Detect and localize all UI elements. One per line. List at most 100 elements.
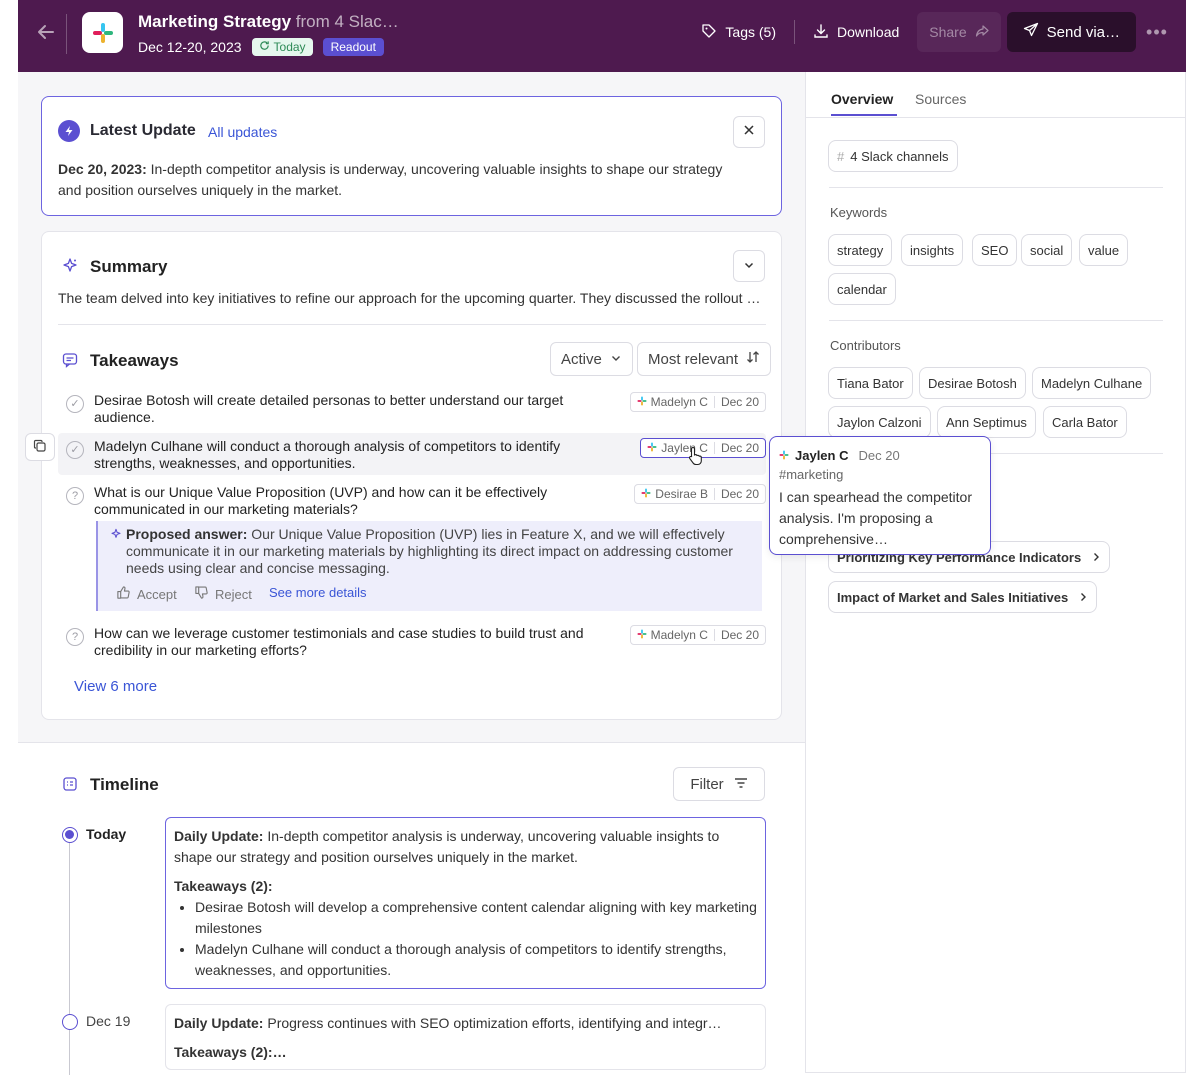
chevron-down-icon (610, 351, 622, 368)
today-badge-label: Today (273, 40, 306, 54)
contributor-chip[interactable]: Desirae Botosh (919, 367, 1026, 399)
sparkle-icon (110, 527, 122, 543)
status-filter-value: Active (561, 350, 602, 368)
source-badge[interactable]: Desirae B Dec 20 (634, 484, 766, 504)
contributor-chip[interactable]: Jaylon Calzoni (828, 406, 931, 438)
thumbs-up-icon (116, 585, 131, 603)
copy-button[interactable] (25, 433, 55, 461)
filter-button[interactable]: Filter (673, 767, 765, 801)
accept-label: Accept (137, 586, 177, 602)
right-panel: Overview Sources # 4 Slack channels Keyw… (805, 72, 1186, 1073)
question-circle-icon: ? (66, 628, 84, 646)
question-circle-icon: ? (66, 487, 84, 505)
timeline-dot (62, 1014, 78, 1030)
keyword-chip[interactable]: value (1079, 234, 1129, 266)
takeaways-count: Takeaways (2):… (174, 1044, 287, 1060)
thumbs-down-icon (194, 585, 209, 603)
topic-chip[interactable]: Impact of Market and Sales Initiatives (828, 581, 1098, 613)
keyword-chip[interactable]: insights (901, 234, 964, 266)
send-via-button[interactable]: Send via… (1006, 12, 1136, 52)
download-button[interactable]: Download (801, 12, 911, 52)
share-button[interactable]: Share (917, 12, 1001, 52)
proposed-label: Proposed answer: (126, 526, 248, 542)
contributor-chip[interactable]: Madelyn Culhane (1032, 367, 1152, 399)
source-badge[interactable]: Madelyn C Dec 20 (629, 625, 766, 645)
source-author: Madelyn C (650, 627, 708, 642)
source-badge[interactable]: Madelyn C Dec 20 (629, 392, 766, 412)
timeline-entry[interactable]: Daily Update: In-depth competitor analys… (165, 817, 766, 989)
source-author: Desirae B (655, 486, 708, 501)
slack-icon (647, 440, 657, 457)
title-suffix: from 4 Slac… (295, 12, 399, 31)
chevron-right-icon (1078, 590, 1088, 605)
keyword-chip[interactable]: calendar (828, 273, 896, 305)
takeaways-count: Takeaways (2): (174, 878, 273, 894)
keyword-chip[interactable]: social (1021, 234, 1073, 266)
takeaway-item[interactable]: ✓ Desirae Botosh will create detailed pe… (58, 392, 766, 426)
header-actions: Tags (5) Download Share Send via… ••• (689, 12, 1172, 52)
slack-icon (637, 394, 647, 411)
contributor-chip[interactable]: Tiana Bator (828, 367, 913, 399)
timeline-date-label: Today (86, 826, 127, 842)
source-message-tooltip: Jaylen C Dec 20 #marketing I can spearhe… (769, 436, 991, 555)
latest-update-card: Latest Update All updates Dec 20, 2023: … (41, 96, 782, 216)
contributor-chip[interactable]: Carla Bator (1043, 406, 1127, 438)
readout-badge: Readout (322, 38, 384, 56)
check-circle-icon[interactable]: ✓ (66, 441, 84, 459)
tags-label: Tags (5) (725, 24, 776, 40)
sort-select[interactable]: Most relevant (637, 342, 772, 376)
list-item: Desirae Botosh will develop a comprehens… (195, 897, 757, 939)
question-item[interactable]: ? How can we leverage customer testimoni… (58, 625, 766, 659)
tab-overview[interactable]: Overview (831, 91, 893, 107)
tags-button[interactable]: Tags (5) (689, 12, 788, 52)
sort-value: Most relevant (648, 350, 739, 368)
chevron-right-icon (1091, 550, 1101, 565)
filter-icon (734, 776, 748, 793)
tooltip-date: Dec 20 (858, 448, 900, 463)
close-button[interactable] (733, 116, 765, 148)
channels-chip[interactable]: # 4 Slack channels (828, 140, 958, 172)
source-author: Madelyn C (650, 394, 708, 409)
timeline-entry[interactable]: Daily Update: Progress continues with SE… (165, 1004, 766, 1070)
section-divider (58, 324, 766, 325)
question-item[interactable]: ? What is our Unique Value Proposition (… (58, 484, 766, 518)
takeaway-item[interactable]: ✓ Madelyn Culhane will conduct a thoroug… (58, 438, 766, 472)
daily-update: Daily Update: Progress continues with SE… (174, 1013, 757, 1034)
tab-sources[interactable]: Sources (915, 91, 966, 107)
timeline-dot-active (62, 827, 78, 843)
source-date: Dec 20 (713, 488, 765, 500)
see-more-details-link[interactable]: See more details (269, 585, 367, 600)
accept-button[interactable]: Accept (116, 585, 177, 603)
question-text: How can we leverage customer testimonial… (94, 625, 584, 658)
expand-summary-button[interactable] (733, 250, 765, 282)
keyword-chip[interactable]: strategy (828, 234, 893, 266)
sparkle-icon (59, 255, 81, 277)
view-more-link[interactable]: View 6 more (74, 678, 157, 695)
check-circle-icon[interactable]: ✓ (66, 395, 84, 413)
takeaway-text: Desirae Botosh will create detailed pers… (94, 392, 564, 425)
share-icon (975, 24, 989, 41)
back-arrow-icon[interactable] (34, 20, 58, 44)
channels-label: 4 Slack channels (850, 148, 949, 164)
takeaways-list: Desirae Botosh will develop a comprehens… (195, 897, 757, 981)
keywords-label: Keywords (830, 205, 888, 220)
list-item: Madelyn Culhane will conduct a thorough … (195, 939, 757, 981)
timeline-line (69, 842, 70, 1075)
source-date: Dec 20 (713, 629, 765, 641)
latest-update-text: In-depth competitor analysis is underway… (58, 161, 723, 198)
reject-button[interactable]: Reject (194, 585, 252, 603)
send-label: Send via… (1046, 23, 1120, 41)
keyword-chip[interactable]: SEO (972, 234, 1018, 266)
slack-icon (641, 486, 651, 503)
proposed-answer-text: Proposed answer: Our Unique Value Propos… (126, 526, 756, 577)
tag-icon (701, 23, 717, 42)
all-updates-link[interactable]: All updates (208, 124, 277, 140)
panel-divider (829, 320, 1163, 321)
page-title: Marketing Strategy from 4 Slac… (138, 12, 399, 32)
slack-icon (779, 445, 789, 466)
contributor-chip[interactable]: Ann Septimus (937, 406, 1036, 438)
more-options-icon[interactable]: ••• (1142, 12, 1172, 52)
status-filter-select[interactable]: Active (550, 342, 633, 376)
topic-label: Impact of Market and Sales Initiatives (837, 589, 1069, 605)
actions-divider (794, 20, 795, 44)
